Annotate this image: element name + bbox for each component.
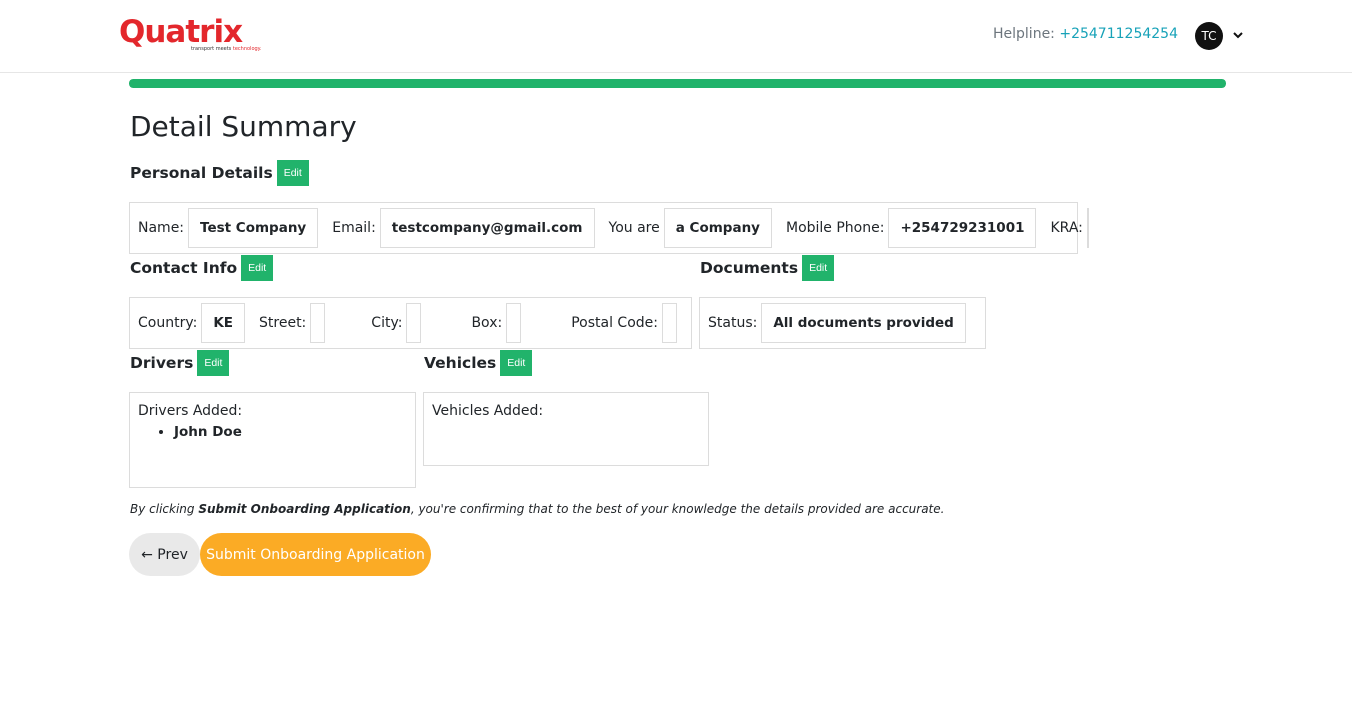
drivers-title: Drivers xyxy=(130,354,194,372)
documents-heading: Documents Edit xyxy=(700,255,835,281)
drivers-list: John Doe xyxy=(174,424,242,440)
top-header: Quatrix transport meets technology. Help… xyxy=(0,0,1352,73)
city-label: City: xyxy=(371,315,403,331)
status-label: Status: xyxy=(708,315,758,331)
kra-label: KRA: xyxy=(1050,220,1083,236)
street-value xyxy=(310,303,326,343)
documents-title: Documents xyxy=(700,259,799,277)
contact-info-box: Country: KE Street: City: Box: Postal Co… xyxy=(129,297,692,349)
box-value xyxy=(506,303,522,343)
postal-code-label: Postal Code: xyxy=(571,315,658,331)
mobile-value: +254729231001 xyxy=(888,208,1037,248)
drivers-added-label: Drivers Added: xyxy=(138,403,243,419)
personal-details-heading: Personal Details Edit xyxy=(130,160,309,186)
street-label: Street: xyxy=(259,315,307,331)
helpline-label: Helpline: xyxy=(993,26,1055,42)
edit-documents-button[interactable]: Edit xyxy=(802,255,835,281)
city-value xyxy=(406,303,422,343)
progress-fill xyxy=(129,79,1226,88)
name-label: Name: xyxy=(138,220,185,236)
driver-list-item: John Doe xyxy=(174,424,242,440)
vehicles-title: Vehicles xyxy=(424,354,497,372)
confirmation-notice: By clicking Submit Onboarding Applicatio… xyxy=(130,502,945,516)
vehicles-box: Vehicles Added: xyxy=(423,392,709,466)
country-label: Country: xyxy=(138,315,198,331)
edit-drivers-button[interactable]: Edit xyxy=(197,350,230,376)
vehicles-added-label: Vehicles Added: xyxy=(432,403,544,419)
logo-tagline: transport meets technology. xyxy=(191,46,262,52)
avatar[interactable]: TC xyxy=(1195,22,1223,50)
contact-info-heading: Contact Info Edit xyxy=(130,255,274,281)
submit-onboarding-button[interactable]: Submit Onboarding Application xyxy=(200,533,431,576)
prev-button[interactable]: ← Prev xyxy=(129,533,200,576)
page-title: Detail Summary xyxy=(130,110,357,143)
drivers-heading: Drivers Edit xyxy=(130,350,230,376)
quatrix-logo[interactable]: Quatrix transport meets technology. xyxy=(119,14,269,58)
personal-details-title: Personal Details xyxy=(130,164,273,182)
you-are-value: a Company xyxy=(663,208,772,248)
logo-text: Quatrix xyxy=(119,14,243,50)
personal-details-box: Name: Test Company Email: testcompany@gm… xyxy=(129,202,1089,254)
country-value: KE xyxy=(201,303,246,343)
documents-box: Status: All documents provided xyxy=(699,297,986,349)
status-value: All documents provided xyxy=(761,303,966,343)
drivers-box: Drivers Added: John Doe xyxy=(129,392,416,488)
edit-vehicles-button[interactable]: Edit xyxy=(500,350,533,376)
email-label: Email: xyxy=(332,220,376,236)
name-value: Test Company xyxy=(188,208,319,248)
postal-code-value xyxy=(662,303,678,343)
chevron-down-icon[interactable] xyxy=(1232,28,1244,42)
box-label: Box: xyxy=(471,315,503,331)
helpline-number-link[interactable]: +254711254254 xyxy=(1059,26,1178,42)
mobile-label: Mobile Phone: xyxy=(785,220,885,236)
edit-contact-info-button[interactable]: Edit xyxy=(241,255,274,281)
edit-personal-details-button[interactable]: Edit xyxy=(276,160,309,186)
email-value: testcompany@gmail.com xyxy=(379,208,595,248)
vehicles-heading: Vehicles Edit xyxy=(424,350,533,376)
progress-bar xyxy=(129,79,1226,88)
helpline: Helpline: +254711254254 xyxy=(993,26,1178,42)
you-are-label: You are xyxy=(608,220,660,236)
kra-value xyxy=(1086,208,1089,248)
contact-info-title: Contact Info xyxy=(130,259,238,277)
